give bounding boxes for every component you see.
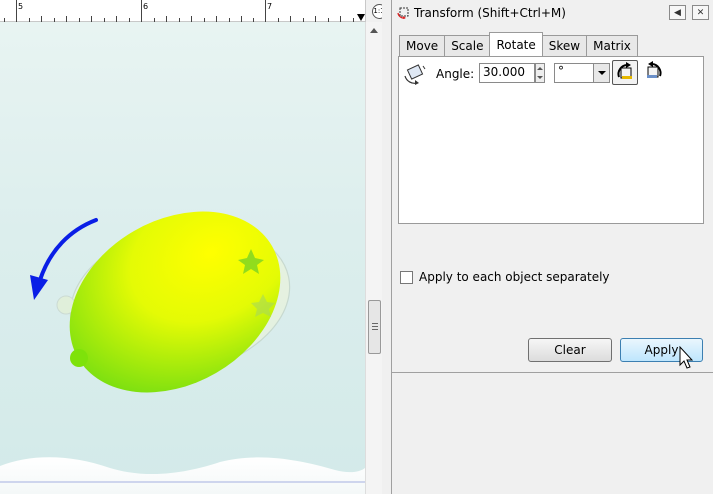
unit-select-value: ° xyxy=(558,64,564,78)
ruler-label-7: 7 xyxy=(267,2,273,11)
transform-dialog: Transform (Shift+Ctrl+M) ◀ ✕ Move Scale … xyxy=(392,0,713,494)
tab-bar: Move Scale Rotate Skew Matrix xyxy=(399,32,638,56)
transform-dialog-icon xyxy=(397,7,409,19)
clear-button-label: Clear xyxy=(554,343,586,357)
tab-move[interactable]: Move xyxy=(399,35,446,56)
lemon-drawing xyxy=(0,211,365,494)
ruler-position-marker xyxy=(357,14,365,21)
horizontal-ruler: 5 6 7 xyxy=(0,0,365,22)
scroll-up-icon[interactable] xyxy=(370,28,378,33)
rotate-tool-icon xyxy=(404,64,426,85)
ruler-label-6: 6 xyxy=(143,2,149,11)
rotate-counterclockwise-button[interactable] xyxy=(612,60,638,85)
dialog-title: Transform (Shift+Ctrl+M) xyxy=(414,6,566,20)
page-wave xyxy=(0,457,365,494)
rotate-tab-panel: Angle: 30.000 ° xyxy=(398,56,704,224)
angle-label: Angle: xyxy=(436,67,475,81)
panel-separator xyxy=(392,372,713,373)
angle-input[interactable]: 30.000 xyxy=(479,63,535,83)
tab-matrix[interactable]: Matrix xyxy=(586,35,638,56)
tab-skew[interactable]: Skew xyxy=(541,35,588,56)
angle-row: Angle: xyxy=(403,63,474,85)
apply-separately-checkbox[interactable] xyxy=(400,270,413,284)
scrollbar-thumb[interactable] xyxy=(368,300,381,354)
apply-separately-label: Apply to each object separately xyxy=(419,270,610,284)
clear-button[interactable]: Clear xyxy=(528,338,612,362)
rotate-counterclockwise-icon xyxy=(617,62,632,79)
vertical-scrollbar[interactable] xyxy=(365,22,382,494)
mouse-pointer-icon xyxy=(679,346,693,369)
dock-panel-icon: ◀ xyxy=(674,7,681,18)
tab-rotate[interactable]: Rotate xyxy=(489,32,543,56)
tab-scale[interactable]: Scale xyxy=(444,35,491,56)
rotate-clockwise-button[interactable] xyxy=(642,60,666,85)
apply-button-label: Apply xyxy=(644,343,679,357)
apply-separately-checkbox-row[interactable]: Apply to each object separately xyxy=(400,270,610,284)
panel-divider[interactable] xyxy=(382,0,392,494)
angle-spinner[interactable] xyxy=(535,63,545,83)
spin-up-icon[interactable] xyxy=(537,67,543,70)
close-panel-button[interactable]: ✕ xyxy=(692,5,709,20)
close-icon: ✕ xyxy=(696,7,705,18)
dialog-titlebar: Transform (Shift+Ctrl+M) ◀ ✕ xyxy=(392,0,713,26)
spin-down-icon[interactable] xyxy=(537,76,543,79)
ruler-label-5: 5 xyxy=(18,2,24,11)
rotate-clockwise-icon xyxy=(647,61,662,78)
dock-panel-button[interactable]: ◀ xyxy=(669,5,686,20)
chevron-down-icon[interactable] xyxy=(593,64,609,82)
lemon-shape xyxy=(69,211,281,393)
drawing-canvas[interactable] xyxy=(0,22,365,494)
unit-select[interactable]: ° xyxy=(554,63,610,83)
canvas-area[interactable]: 5 6 7 1:1 xyxy=(0,0,392,494)
